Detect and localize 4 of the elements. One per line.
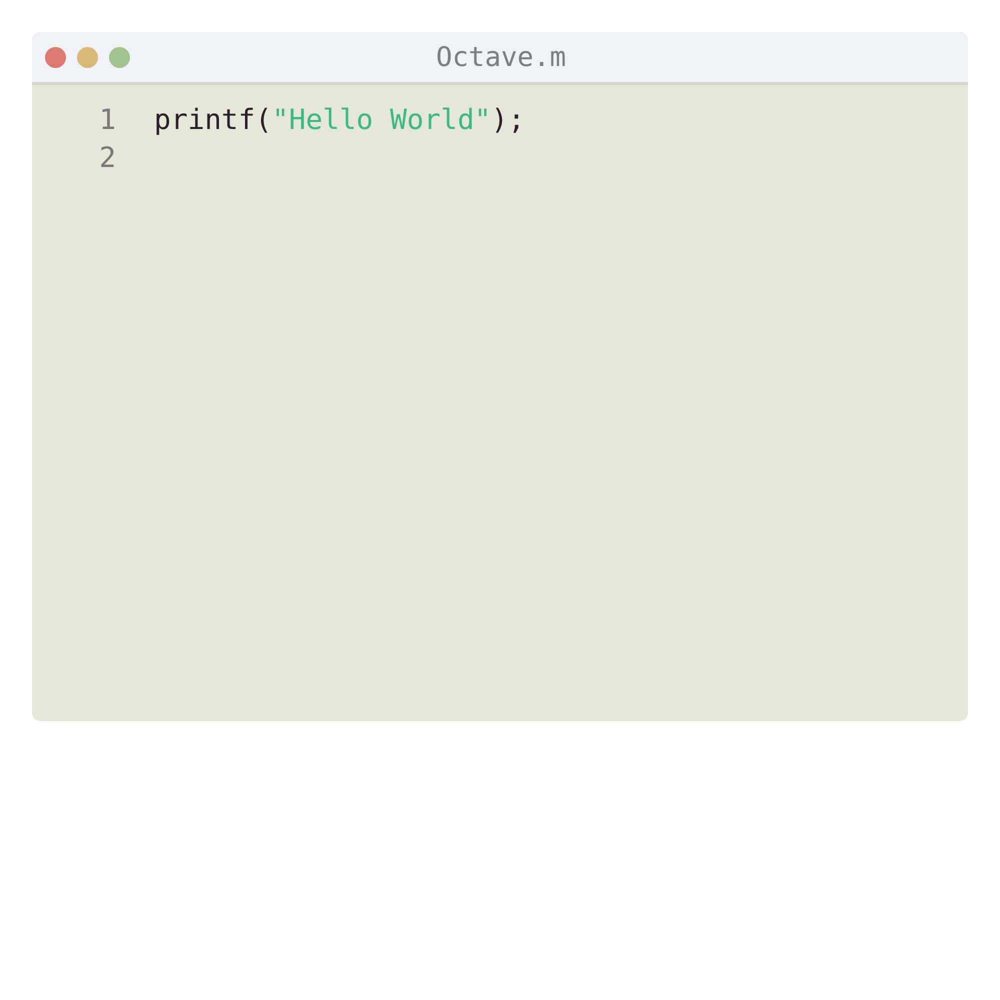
line-number: 2 xyxy=(98,144,116,172)
window-title: Octave.m xyxy=(436,44,566,70)
line-number: 1 xyxy=(98,106,116,134)
code-line: printf("Hello World"); xyxy=(154,106,525,134)
